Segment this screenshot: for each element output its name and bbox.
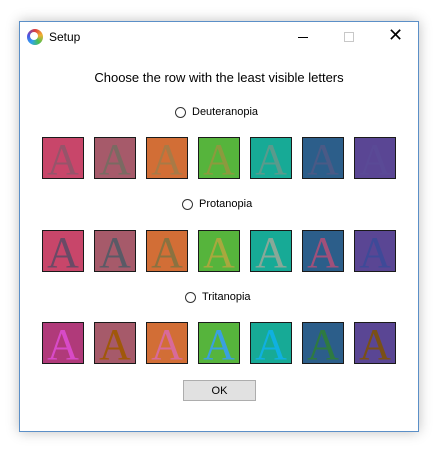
letter-swatch: A xyxy=(354,137,396,179)
prompt-text: Choose the row with the least visible le… xyxy=(94,70,344,85)
color-wheel-icon xyxy=(27,29,43,45)
radio-label: Deuteranopia xyxy=(192,106,259,118)
radio-tritanopia[interactable]: Tritanopia xyxy=(185,289,251,305)
swatch-letter: A xyxy=(203,137,235,179)
letter-swatch: A xyxy=(42,230,84,272)
swatch-letter: A xyxy=(47,230,79,272)
letter-swatch: A xyxy=(94,137,136,179)
maximize-button xyxy=(326,22,372,52)
letter-swatch: A xyxy=(198,230,240,272)
maximize-icon xyxy=(344,32,354,42)
letter-swatch: A xyxy=(42,322,84,364)
swatch-letter: A xyxy=(359,322,391,364)
swatch-letter: A xyxy=(359,137,391,179)
swatch-row-deuteranopia: A A A A A A A xyxy=(42,137,398,179)
swatch-letter: A xyxy=(151,137,183,179)
swatch-row-tritanopia: A A A A A A A xyxy=(42,322,398,364)
close-icon: ✕ xyxy=(388,25,404,46)
radio-label: Tritanopia xyxy=(202,291,251,303)
swatch-letter: A xyxy=(151,230,183,272)
letter-swatch: A xyxy=(94,322,136,364)
title-bar[interactable]: Setup ✕ xyxy=(20,22,418,52)
swatch-letter: A xyxy=(307,322,339,364)
swatch-letter: A xyxy=(99,137,131,179)
letter-swatch: A xyxy=(146,322,188,364)
swatch-letter: A xyxy=(307,137,339,179)
letter-swatch: A xyxy=(354,322,396,364)
letter-swatch: A xyxy=(354,230,396,272)
radio-protanopia[interactable]: Protanopia xyxy=(182,196,252,212)
letter-swatch: A xyxy=(146,230,188,272)
swatch-letter: A xyxy=(203,322,235,364)
swatch-letter: A xyxy=(307,230,339,272)
radio-button[interactable] xyxy=(182,198,193,210)
swatch-letter: A xyxy=(151,322,183,364)
swatch-letter: A xyxy=(255,322,287,364)
swatch-letter: A xyxy=(203,230,235,272)
ok-button[interactable]: OK xyxy=(183,380,256,401)
letter-swatch: A xyxy=(302,322,344,364)
letter-swatch: A xyxy=(302,230,344,272)
swatch-letter: A xyxy=(47,137,79,179)
letter-swatch: A xyxy=(146,137,188,179)
radio-button[interactable] xyxy=(175,106,186,118)
swatch-letter: A xyxy=(359,230,391,272)
swatch-row-protanopia: A A A A A A A xyxy=(42,230,398,272)
radio-deuteranopia[interactable]: Deuteranopia xyxy=(175,104,258,120)
setup-window: Setup ✕ Choose the row with the least vi… xyxy=(19,21,419,432)
swatch-letter: A xyxy=(99,322,131,364)
letter-swatch: A xyxy=(198,137,240,179)
letter-swatch: A xyxy=(42,137,84,179)
letter-swatch: A xyxy=(250,137,292,179)
letter-swatch: A xyxy=(94,230,136,272)
swatch-letter: A xyxy=(99,230,131,272)
minimize-button[interactable] xyxy=(280,22,326,52)
letter-swatch: A xyxy=(250,322,292,364)
letter-swatch: A xyxy=(198,322,240,364)
swatch-letter: A xyxy=(255,230,287,272)
radio-label: Protanopia xyxy=(199,198,253,210)
radio-button[interactable] xyxy=(185,291,196,303)
minimize-icon xyxy=(298,37,308,38)
swatch-letter: A xyxy=(47,322,79,364)
close-button[interactable]: ✕ xyxy=(372,22,418,52)
letter-swatch: A xyxy=(250,230,292,272)
letter-swatch: A xyxy=(302,137,344,179)
swatch-letter: A xyxy=(255,137,287,179)
window-title: Setup xyxy=(49,30,81,44)
